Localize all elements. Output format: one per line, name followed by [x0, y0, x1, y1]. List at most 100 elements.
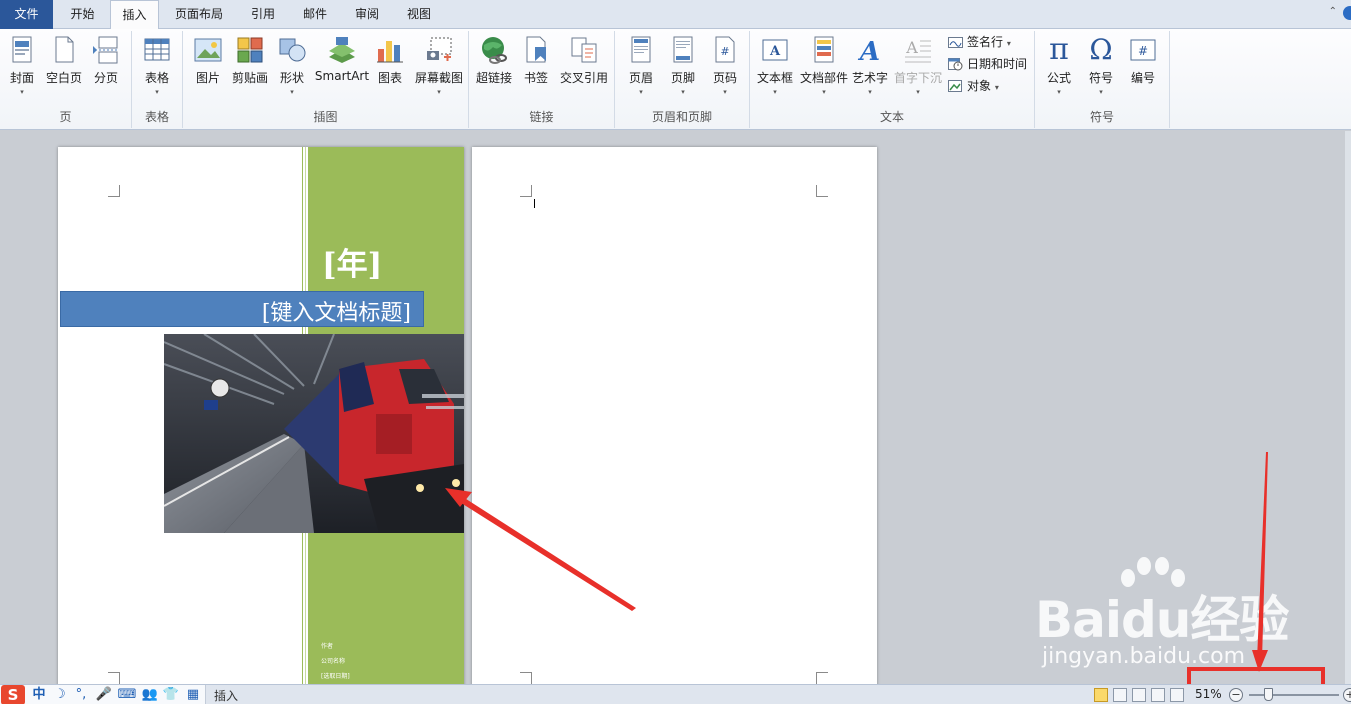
full-screen-reading-view-button[interactable] — [1113, 688, 1127, 702]
screenshot-icon — [424, 35, 454, 65]
web-layout-view-button[interactable] — [1132, 688, 1146, 702]
tab-file[interactable]: 文件 — [0, 0, 53, 29]
page-cover[interactable]: [年] [键入文档标题] 作者 公司名称 [选取日期] — [58, 147, 464, 684]
page-2[interactable] — [472, 147, 877, 684]
screenshot-button[interactable]: 屏幕截图 ▾ — [411, 33, 467, 101]
dropdown-arrow-icon: ▾ — [20, 88, 24, 96]
keyboard-icon[interactable]: ⌨ — [117, 687, 137, 703]
zoom-level-label[interactable]: 51% — [1195, 687, 1222, 701]
header-button[interactable]: 页眉 ▾ — [623, 33, 659, 101]
zoom-in-button[interactable]: + — [1343, 688, 1351, 702]
globe-link-icon — [479, 35, 509, 65]
zoom-slider-thumb[interactable] — [1264, 688, 1273, 701]
drop-cap-label: 首字下沉 — [893, 71, 942, 85]
title-placeholder-box[interactable]: [键入文档标题] — [60, 291, 424, 327]
microphone-icon[interactable]: 🎤 — [95, 687, 113, 703]
footer-icon — [668, 35, 698, 65]
dropdown-arrow-icon: ▾ — [868, 88, 872, 96]
clip-art-icon — [235, 35, 265, 65]
page-break-button[interactable]: 分页 — [88, 33, 124, 101]
dropdown-arrow-icon: ▾ — [822, 88, 826, 96]
object-button[interactable]: 对象 ▾ — [948, 76, 999, 96]
cross-reference-button[interactable]: 交叉引用 — [557, 33, 611, 101]
signature-line-button[interactable]: 签名行 ▾ — [948, 32, 1011, 52]
draft-view-button[interactable] — [1170, 688, 1184, 702]
date-time-label: 日期和时间 — [967, 57, 1028, 71]
group-label-tables: 表格 — [144, 110, 169, 124]
page-number-button[interactable]: # 页码 ▾ — [707, 33, 743, 101]
chinese-mode-icon[interactable]: 中 — [30, 687, 48, 703]
svg-text:A: A — [857, 37, 880, 65]
text-box-label: 文本框 — [756, 71, 793, 85]
quick-parts-button[interactable]: 文档部件 ▾ — [798, 33, 850, 101]
text-box-button[interactable]: A 文本框 ▾ — [755, 33, 795, 101]
year-placeholder[interactable]: [年] — [322, 239, 382, 284]
tab-references[interactable]: 引用 — [240, 0, 286, 29]
chart-button[interactable]: 图表 — [373, 33, 407, 101]
tab-mailings[interactable]: 邮件 — [292, 0, 338, 29]
page-break-label: 分页 — [93, 71, 118, 85]
cover-author[interactable]: 作者 — [321, 639, 350, 654]
print-layout-view-button[interactable] — [1094, 688, 1108, 702]
wordart-label: 艺术字 — [851, 71, 888, 85]
header-label: 页眉 — [628, 71, 653, 85]
shapes-button[interactable]: 形状 ▾ — [274, 33, 310, 101]
punctuation-icon[interactable]: °, — [72, 687, 90, 703]
group-label-header-footer: 页眉和页脚 — [651, 110, 712, 124]
table-button[interactable]: 表格 ▾ — [138, 33, 176, 101]
insert-mode-indicator[interactable]: 插入 — [214, 687, 238, 704]
cover-date[interactable]: [选取日期] — [321, 669, 350, 684]
chart-icon — [375, 35, 405, 65]
drop-cap-button[interactable]: A 首字下沉 ▾ — [892, 33, 944, 101]
table-label: 表格 — [144, 71, 169, 85]
wordart-button[interactable]: A 艺术字 ▾ — [851, 33, 889, 101]
group-symbols: π 公式 ▾ Ω 符号 ▾ # 编号 符号 — [1035, 31, 1170, 128]
tab-view[interactable]: 视图 — [396, 0, 442, 29]
tab-insert[interactable]: 插入 — [110, 0, 159, 30]
dropdown-arrow-icon: ▾ — [290, 88, 294, 96]
ribbon: 封面 ▾ 空白页 分页 页 表格 ▾ 表格 图片 剪贴画 形状 ▾ SmartA… — [0, 29, 1351, 130]
help-icon[interactable] — [1343, 6, 1351, 20]
bookmark-button[interactable]: 书签 — [519, 33, 553, 101]
bookmark-icon — [521, 35, 551, 65]
tab-page-layout[interactable]: 页面布局 — [163, 0, 235, 29]
hyperlink-label: 超链接 — [475, 71, 512, 85]
skin-shirt-icon[interactable]: 👕 — [162, 687, 180, 703]
equation-button[interactable]: π 公式 ▾ — [1041, 33, 1077, 101]
user-icon[interactable]: 👥 — [141, 687, 159, 703]
numbering-button[interactable]: # 编号 — [1125, 33, 1161, 101]
cover-meta-block: 作者 公司名称 [选取日期] — [321, 639, 350, 684]
group-links: 超链接 书签 交叉引用 链接 — [469, 31, 615, 128]
omega-icon: Ω — [1089, 33, 1113, 66]
crop-mark — [520, 672, 532, 684]
train-cover-image[interactable] — [164, 334, 464, 533]
zoom-slider-track[interactable] — [1249, 694, 1339, 696]
hyperlink-button[interactable]: 超链接 — [474, 33, 514, 101]
smartart-button[interactable]: SmartArt — [314, 33, 370, 101]
symbol-button[interactable]: Ω 符号 ▾ — [1083, 33, 1119, 101]
sogou-ime-icon[interactable]: S — [1, 685, 25, 704]
blank-page-button[interactable]: 空白页 — [44, 33, 84, 101]
blank-page-label: 空白页 — [45, 71, 82, 85]
outline-view-button[interactable] — [1151, 688, 1165, 702]
zoom-out-button[interactable]: − — [1229, 688, 1243, 702]
cover-company[interactable]: 公司名称 — [321, 654, 350, 669]
clip-art-button[interactable]: 剪贴画 — [230, 33, 270, 101]
group-label-text: 文本 — [879, 110, 904, 124]
toolbox-grid-icon[interactable]: ▦ — [184, 687, 202, 703]
status-bar: S 中 ☽ °, 🎤 ⌨ 👥 👕 ▦ 插入 51% − + — [0, 684, 1351, 704]
document-area[interactable]: [年] [键入文档标题] 作者 公司名称 [选取日期] — [0, 131, 1351, 684]
chart-label: 图表 — [377, 71, 402, 85]
title-placeholder[interactable]: [键入文档标题] — [262, 295, 411, 327]
footer-label: 页脚 — [670, 71, 695, 85]
tab-review[interactable]: 审阅 — [344, 0, 390, 29]
moon-icon[interactable]: ☽ — [51, 687, 69, 703]
footer-button[interactable]: 页脚 ▾ — [665, 33, 701, 101]
numbering-label: 编号 — [1130, 71, 1155, 85]
tab-home[interactable]: 开始 — [56, 0, 109, 29]
picture-button[interactable]: 图片 — [190, 33, 226, 101]
date-time-button[interactable]: 日期和时间 — [948, 54, 1027, 74]
vertical-scrollbar[interactable] — [1345, 131, 1351, 684]
cover-page-button[interactable]: 封面 ▾ — [4, 33, 40, 101]
minimize-ribbon-icon[interactable]: ⌃ — [1329, 6, 1337, 17]
